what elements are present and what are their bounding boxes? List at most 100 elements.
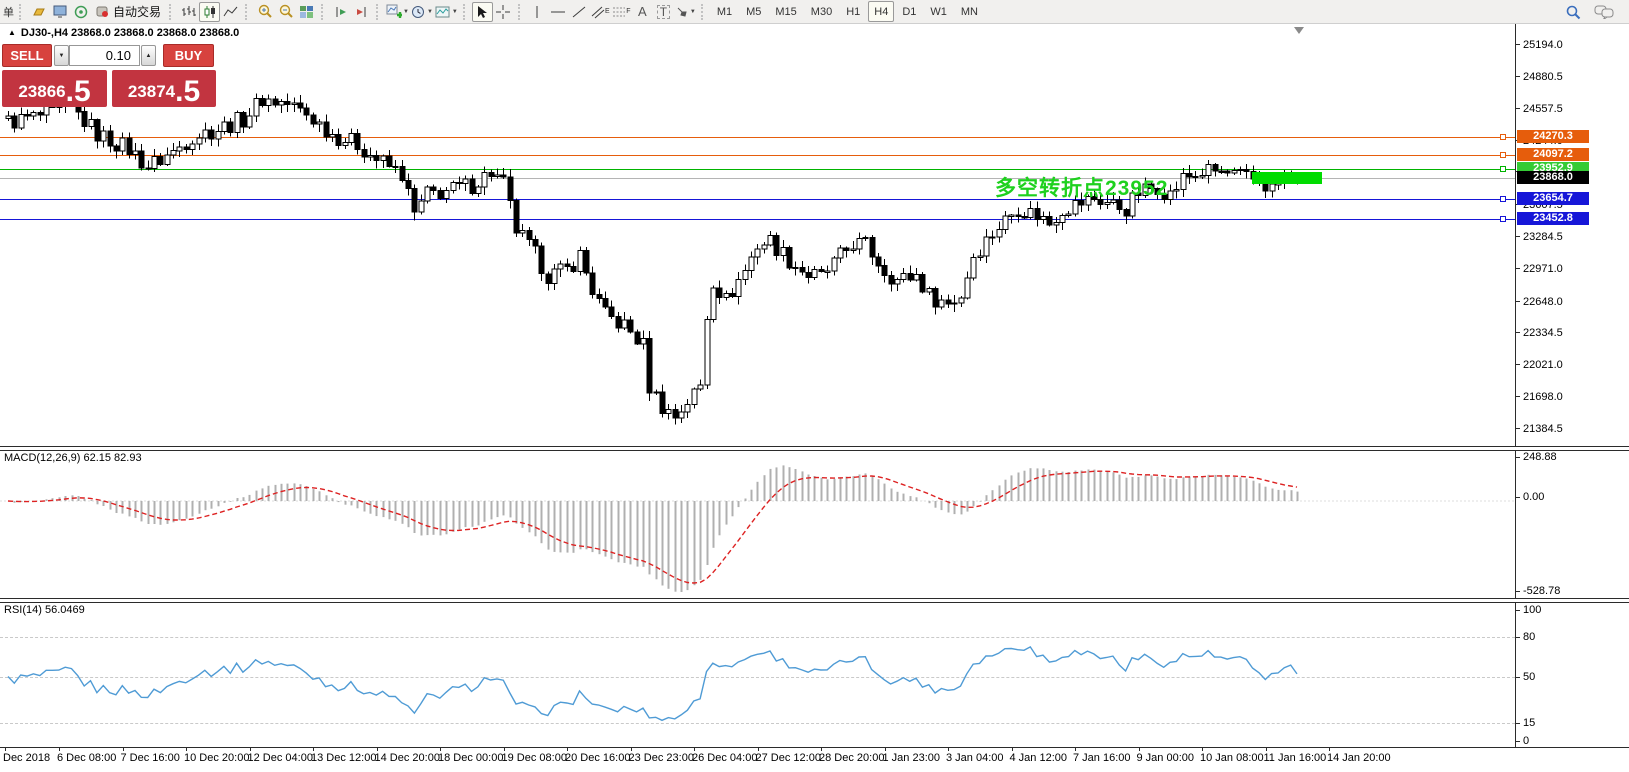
autotrading-button[interactable]: 自动交易	[91, 2, 165, 22]
timeframe-D1[interactable]: D1	[896, 1, 922, 22]
time-tick	[1329, 747, 1330, 751]
toolbar-drag-handle	[518, 4, 523, 20]
rsi-tick-label: 80	[1523, 631, 1587, 643]
time-tick	[59, 747, 60, 751]
time-tick	[758, 747, 759, 751]
rsi-pane[interactable]	[0, 603, 1515, 747]
bid-price-panel[interactable]: 23866.5	[2, 70, 107, 107]
add-indicator-button[interactable]: ▼	[385, 2, 410, 22]
horizontal-line-icon	[550, 5, 566, 19]
timeframe-M15[interactable]: M15	[769, 1, 802, 22]
candlestick-chart-button[interactable]	[199, 2, 220, 22]
text-label-tool[interactable]: T	[653, 2, 674, 22]
timeframe-M5[interactable]: M5	[740, 1, 767, 22]
price-tick-label: 21698.0	[1523, 391, 1587, 403]
sell-button[interactable]: SELL	[2, 44, 52, 67]
time-tick	[377, 747, 378, 751]
rsi-tick	[1515, 723, 1520, 724]
price-tick-label: 22971.0	[1523, 263, 1587, 275]
macd-tick	[1515, 497, 1520, 498]
deposit-gold-button[interactable]	[28, 2, 49, 22]
tile-windows-button[interactable]	[296, 2, 317, 22]
clock-icon	[411, 5, 426, 19]
signals-button[interactable]	[70, 2, 91, 22]
new-order-label: 单	[3, 4, 14, 20]
chart-shift-button[interactable]	[330, 2, 351, 22]
zoom-out-button[interactable]	[275, 2, 296, 22]
channel-icon	[591, 5, 605, 19]
timeframe-M1[interactable]: M1	[711, 1, 738, 22]
time-label: 23 Dec 23:00	[629, 752, 694, 764]
ask-price-panel[interactable]: 23874.5	[112, 70, 216, 107]
rsi-tick-label: 100	[1523, 604, 1587, 616]
timeframe-H4[interactable]: H4	[868, 1, 894, 22]
trendline-tool[interactable]	[569, 2, 590, 22]
macd-tick-label: -528.78	[1523, 585, 1587, 597]
toolbar-drag-handle	[701, 4, 706, 20]
chart-shift-marker[interactable]	[1294, 27, 1304, 34]
volume-input[interactable]	[69, 45, 140, 66]
vertical-line-tool[interactable]	[527, 2, 548, 22]
time-label: 14 Jan 20:00	[1327, 752, 1391, 764]
time-tick	[440, 747, 441, 751]
time-tick	[885, 747, 886, 751]
time-tick	[948, 747, 949, 751]
bid-price-frac: .5	[66, 78, 91, 108]
ask-price-main: 23874	[128, 82, 175, 107]
price-tick-label: 24557.5	[1523, 103, 1587, 115]
macd-pane[interactable]	[0, 451, 1515, 597]
bar-chart-button[interactable]	[178, 2, 199, 22]
periods-button[interactable]: ▼	[410, 2, 434, 22]
highlight-rectangle[interactable]	[1252, 172, 1322, 184]
zoom-in-button[interactable]	[254, 2, 275, 22]
trendline-icon	[572, 5, 586, 19]
time-label: 28 Dec 20:00	[819, 752, 884, 764]
bid-price-main: 23866	[18, 82, 65, 107]
toolbar-drag-handle	[463, 4, 468, 20]
arrows-tool[interactable]: ▼	[674, 2, 697, 22]
time-label: 19 Dec 08:00	[502, 752, 567, 764]
time-tick	[694, 747, 695, 751]
timeframe-W1[interactable]: W1	[924, 1, 953, 22]
buy-button[interactable]: BUY	[163, 44, 214, 67]
time-label: 27 Dec 12:00	[756, 752, 821, 764]
new-order-button[interactable]: 单	[2, 2, 15, 22]
autoscroll-button[interactable]	[351, 2, 372, 22]
text-label-icon: T	[657, 5, 670, 19]
channel-sub-label: E	[605, 8, 610, 15]
collapse-panel-icon[interactable]: ▲	[8, 29, 16, 37]
timeframe-H1[interactable]: H1	[840, 1, 866, 22]
time-label: 4 Jan 12:00	[1010, 752, 1068, 764]
toolbar-drag-handle	[169, 4, 174, 20]
candlestick-chart[interactable]	[0, 24, 1515, 446]
pivot-annotation-text[interactable]: 多空转折点23952	[995, 172, 1168, 202]
timeframe-M30[interactable]: M30	[805, 1, 838, 22]
equidistant-channel-tool[interactable]: E	[590, 2, 611, 22]
time-label: 7 Dec 16:00	[121, 752, 180, 764]
fibonacci-tool[interactable]: F	[611, 2, 632, 22]
price-tick-label: 25194.0	[1523, 39, 1587, 51]
add-indicator-icon	[386, 4, 402, 19]
toolbar-drag-handle	[321, 4, 326, 20]
terminal-button[interactable]	[49, 2, 70, 22]
horizontal-line-tool[interactable]	[548, 2, 569, 22]
price-tick	[1515, 108, 1520, 109]
price-tick	[1515, 76, 1520, 77]
crosshair-button[interactable]	[493, 2, 514, 22]
volume-decrease-button[interactable]: ▼	[54, 45, 69, 66]
arrows-icon	[675, 5, 689, 19]
time-label: 26 Dec 04:00	[692, 752, 757, 764]
cursor-button[interactable]	[472, 2, 493, 22]
tile-windows-icon	[299, 5, 314, 19]
templates-button[interactable]: ▼	[434, 2, 459, 22]
line-chart-button[interactable]	[220, 2, 241, 22]
volume-increase-button[interactable]: ▲	[141, 45, 156, 66]
search-button[interactable]	[1562, 2, 1583, 22]
text-tool[interactable]: A	[632, 2, 653, 22]
price-tick	[1515, 44, 1520, 45]
time-label: 13 Dec 12:00	[311, 752, 376, 764]
time-label: 11 Jan 16:00	[1264, 752, 1327, 764]
chat-button[interactable]	[1593, 2, 1615, 22]
timeframe-MN[interactable]: MN	[955, 1, 984, 22]
autoscroll-icon	[354, 5, 370, 19]
